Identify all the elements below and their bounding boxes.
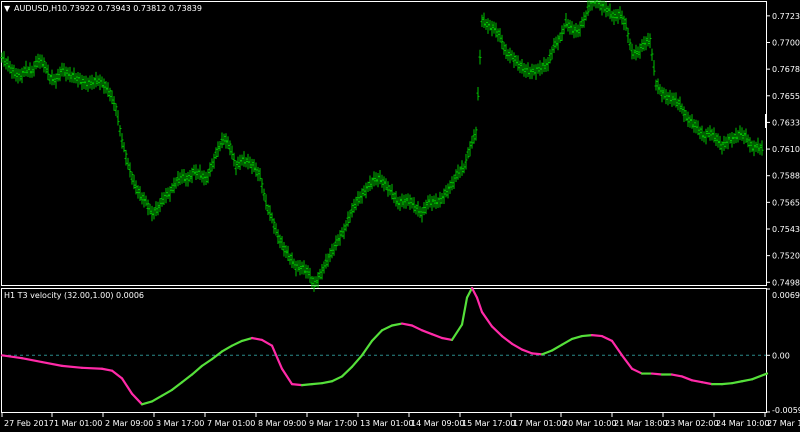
time-tick-label: 17 Mar 01:00 xyxy=(513,419,566,428)
velocity-segment-rising xyxy=(310,382,324,386)
velocity-segment-falling xyxy=(290,383,304,387)
time-axis[interactable]: 27 Feb 2017 1 Mar 01:00 2 Mar 09:00 3 Mar 1… xyxy=(1,413,800,428)
price-tick-label: 0.76783 xyxy=(772,65,800,74)
velocity-segment-rising xyxy=(720,382,734,386)
price-tick-label: 0.76108 xyxy=(772,145,800,154)
price-tick-label: 0.77233 xyxy=(772,12,800,21)
time-tick-label: 24 Mar 10:00 xyxy=(716,419,769,428)
indicator-panel[interactable] xyxy=(1,288,767,413)
time-tick-label: 21 Mar 18:00 xyxy=(614,419,667,428)
velocity-segment-falling xyxy=(650,372,664,376)
time-tick-label: 27 Mar 19:00 xyxy=(767,419,800,428)
time-tick-label: 9 Mar 17:00 xyxy=(309,419,357,428)
price-tick-label: 0.75883 xyxy=(772,172,800,181)
time-tick-label: 2 Mar 09:00 xyxy=(105,419,153,428)
indicator-tick-label: 0.00 xyxy=(772,351,790,360)
indicator-title: H1 T3 velocity (32.00,1.00) 0.0006 xyxy=(4,291,144,300)
indicator-tick-label: 0.0069 xyxy=(772,291,800,300)
velocity-segment-falling xyxy=(80,366,104,370)
time-tick-label: 15 Mar 17:00 xyxy=(462,419,515,428)
price-tick-label: 0.75208 xyxy=(772,252,800,261)
velocity-segment-falling xyxy=(590,334,604,338)
time-tick-label: 27 Feb 2017 xyxy=(4,419,54,428)
indicator-tick-label: -0.0059 xyxy=(772,406,800,415)
scroll-marker[interactable] xyxy=(765,114,767,128)
trading-chart[interactable]: ▼ AUDUSD,H1 0.73922 0.73943 0.73812 0.73… xyxy=(0,0,800,432)
price-tick-label: 0.75433 xyxy=(772,225,800,234)
symbol-menu-icon[interactable]: ▼ xyxy=(4,4,11,13)
velocity-segment-falling xyxy=(530,352,544,356)
ohlc-values: 0.73922 0.73943 0.73812 0.73839 xyxy=(62,4,202,13)
time-tick-label: 1 Mar 01:00 xyxy=(54,419,102,428)
time-tick-label: 3 Mar 17:00 xyxy=(156,419,204,428)
symbol-label: AUDUSD,H1 xyxy=(14,4,62,13)
time-tick-label: 8 Mar 09:00 xyxy=(258,419,306,428)
main-price-panel[interactable] xyxy=(1,1,767,286)
time-tick-label: 14 Mar 09:00 xyxy=(411,419,464,428)
price-tick-label: 0.76333 xyxy=(772,118,800,127)
price-tick-label: 0.75658 xyxy=(772,198,800,207)
time-tick-label: 23 Mar 02:00 xyxy=(665,419,718,428)
price-tick-label: 0.76558 xyxy=(772,92,800,101)
velocity-segment-rising xyxy=(580,334,594,338)
price-tick-label: 0.77008 xyxy=(772,38,800,47)
price-axis[interactable]: 0.77233 0.77008 0.76783 0.76558 0.76333 0.761… xyxy=(766,12,800,287)
indicator-axis[interactable]: 0.0069 0.00 -0.0059 xyxy=(766,288,800,415)
time-tick-label: 7 Mar 01:00 xyxy=(207,419,255,428)
velocity-segment-rising xyxy=(300,383,314,387)
time-tick-label: 20 Mar 10:00 xyxy=(563,419,616,428)
time-tick-label: 13 Mar 01:00 xyxy=(360,419,413,428)
price-tick-label: 0.74983 xyxy=(772,278,800,287)
